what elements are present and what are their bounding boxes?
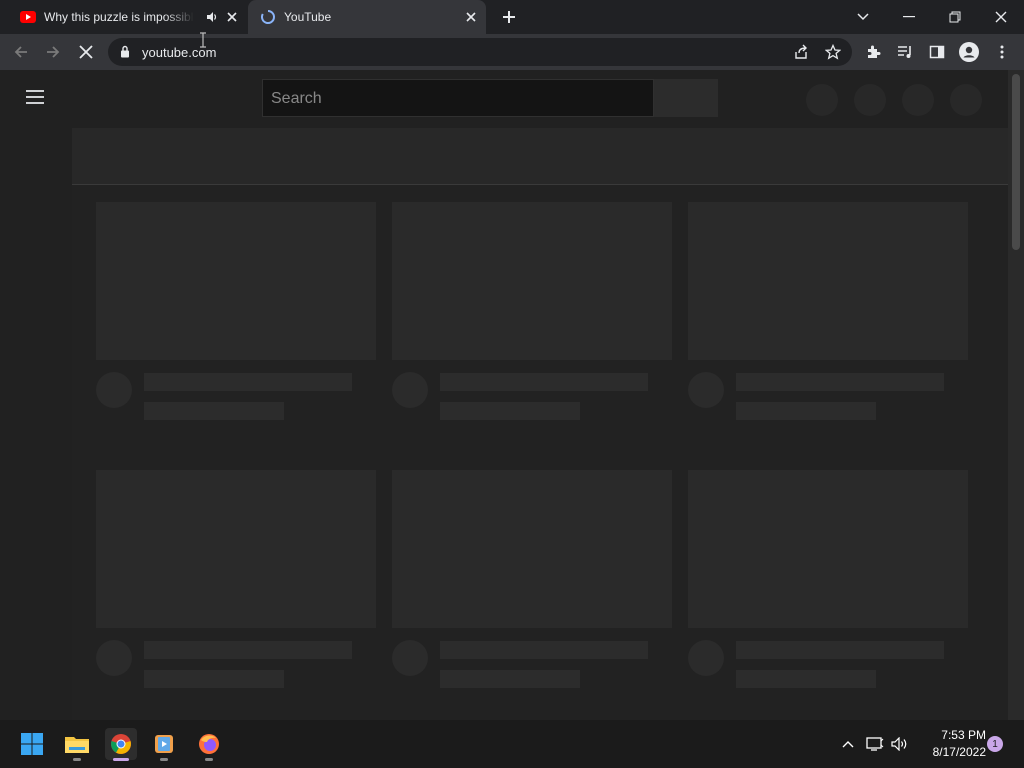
running-indicator [73,758,81,761]
tab-title: YouTube [284,10,332,24]
media-controls-icon[interactable] [893,40,917,64]
active-indicator [113,758,129,761]
meta-skeleton [736,670,876,688]
tab-strip: Why this puzzle is impossible YouTube [0,0,1024,34]
bookmark-star-icon[interactable] [821,40,845,64]
start-icon[interactable] [16,728,48,760]
loading-spinner-icon [260,9,276,25]
file-explorer-icon[interactable] [61,728,93,761]
tab-title: Why this puzzle is impossible [44,10,194,24]
new-tab-icon[interactable] [500,8,518,26]
thumbnail-skeleton [392,470,672,628]
search-button[interactable] [654,79,718,117]
chip-bar-skeleton [72,128,1008,185]
back-icon[interactable] [9,40,33,64]
meta-skeleton [736,402,876,420]
title-skeleton [736,641,944,659]
sidebar [0,70,72,720]
minimize-icon[interactable] [886,0,932,34]
volume-icon[interactable] [889,720,911,768]
scrollbar[interactable] [1008,70,1024,720]
title-skeleton [144,641,352,659]
title-skeleton [440,641,648,659]
avatar-skeleton [392,640,428,676]
extensions-icon[interactable] [861,40,885,64]
meta-skeleton [144,670,284,688]
close-tab-icon[interactable] [463,9,479,25]
forward-icon[interactable] [41,40,65,64]
scrollbar-thumb[interactable] [1012,74,1020,250]
side-panel-icon[interactable] [925,40,949,64]
avatar-skeleton [688,372,724,408]
taskbar: 7:53 PM 8/17/2022 [0,720,1024,768]
search-input[interactable]: Search [262,79,654,117]
share-icon[interactable] [789,40,813,64]
meta-skeleton [440,402,580,420]
title-skeleton [440,373,648,391]
hamburger-menu-icon[interactable] [24,88,48,108]
search-placeholder: Search [271,90,322,107]
avatar-skeleton [96,372,132,408]
network-icon[interactable] [864,720,886,768]
placeholder-button [902,84,934,116]
meta-skeleton [440,670,580,688]
address-bar[interactable]: youtube.com [108,38,852,66]
clock-time: 7:53 PM [941,728,986,742]
video-grid-skeleton [72,185,1008,720]
placeholder-button [950,84,982,116]
more-menu-icon[interactable] [990,40,1014,64]
meta-skeleton [144,402,284,420]
title-skeleton [144,373,352,391]
close-tab-icon[interactable] [224,9,240,25]
restore-icon[interactable] [932,0,978,34]
show-hidden-icons-icon[interactable] [838,720,858,768]
chrome-icon[interactable] [105,728,137,761]
masthead: Search [0,70,1008,128]
title-skeleton [736,373,944,391]
thumbnail-skeleton [392,202,672,360]
thumbnail-skeleton [96,470,376,628]
tab-search-icon[interactable] [840,0,886,34]
text-cursor-icon [198,32,208,53]
clock[interactable]: 7:53 PM 8/17/2022 [916,727,986,761]
running-indicator [160,758,168,761]
youtube-page: Search [0,70,1024,720]
notification-badge[interactable]: 1 [987,736,1003,752]
clock-date: 8/17/2022 [932,745,986,759]
running-indicator [205,758,213,761]
firefox-icon[interactable] [193,728,225,761]
lock-icon[interactable] [120,45,130,63]
media-player-icon[interactable] [148,728,180,761]
avatar-skeleton [96,640,132,676]
speaker-icon[interactable] [204,9,220,25]
browser-toolbar: youtube.com [0,34,1024,70]
placeholder-button [854,84,886,116]
close-window-icon[interactable] [978,0,1024,34]
avatar-skeleton [688,640,724,676]
youtube-icon [20,11,36,23]
avatar-skeleton [392,372,428,408]
thumbnail-skeleton [688,470,968,628]
stop-loading-icon[interactable] [74,40,98,64]
tab-youtube[interactable]: YouTube [248,0,486,34]
thumbnail-skeleton [96,202,376,360]
tab-youtube-video[interactable]: Why this puzzle is impossible [8,0,246,34]
thumbnail-skeleton [688,202,968,360]
placeholder-button [806,84,838,116]
profile-avatar-icon[interactable] [957,40,981,64]
